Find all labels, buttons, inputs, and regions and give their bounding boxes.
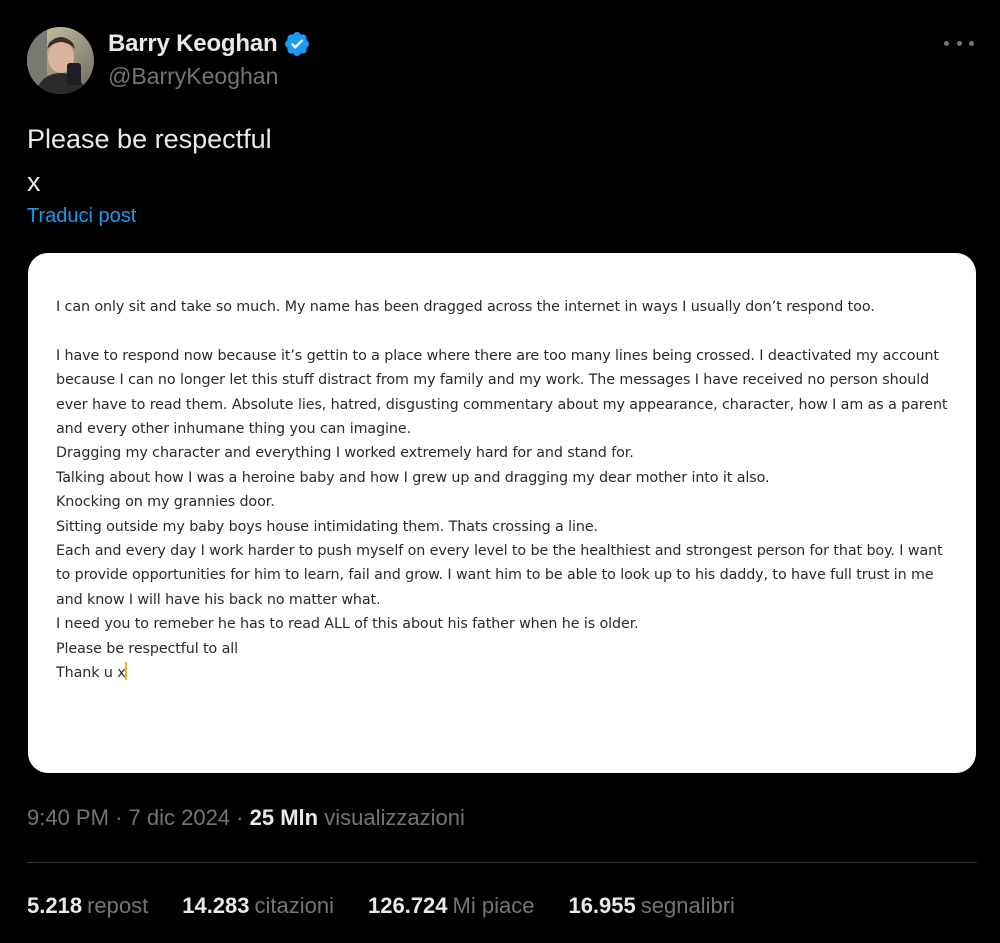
quotes-count: 14.283 bbox=[182, 893, 250, 918]
tweet-header: Barry Keoghan @BarryKeoghan bbox=[27, 27, 978, 95]
statement-line: because I can no longer let this stuff d… bbox=[56, 372, 930, 389]
statement-line: I have to respond now because it’s getti… bbox=[56, 347, 939, 364]
bookmarks-stat[interactable]: 16.955 segnalibri bbox=[568, 893, 734, 919]
author-handle[interactable]: @BarryKeoghan bbox=[108, 63, 311, 90]
more-options-icon[interactable] bbox=[944, 33, 974, 53]
more-dot bbox=[969, 40, 974, 46]
statement-line: Thank u x bbox=[56, 665, 126, 682]
more-dot bbox=[956, 40, 962, 46]
statement-blank-line bbox=[56, 319, 956, 343]
tweet-text: Please be respectful x bbox=[27, 118, 272, 204]
statement-line: Please be respectful to all bbox=[56, 640, 239, 657]
avatar-photo-icon bbox=[27, 27, 94, 94]
statement-line: and every other inhumane thing you can i… bbox=[56, 421, 412, 438]
statement-line: Dragging my character and everything I w… bbox=[56, 445, 634, 462]
author-block: Barry Keoghan @BarryKeoghan bbox=[108, 29, 311, 90]
statement-line: ever have to read them. Absolute lies, h… bbox=[56, 396, 948, 413]
attached-image[interactable]: I can only sit and take so much. My name… bbox=[28, 253, 976, 773]
views-label: visualizzazioni bbox=[324, 805, 465, 830]
statement-line: Knocking on my grannies door. bbox=[56, 494, 275, 511]
tweet-date[interactable]: 7 dic 2024 bbox=[129, 805, 231, 830]
statement-line: Sitting outside my baby boys house intim… bbox=[56, 518, 598, 535]
more-dot bbox=[944, 40, 949, 46]
bookmarks-label: segnalibri bbox=[640, 893, 735, 918]
meta-separator: · bbox=[236, 805, 244, 830]
tweet-meta: 9:40 PM · 7 dic 2024 · 25 Mln visualizza… bbox=[27, 805, 465, 831]
avatar[interactable] bbox=[27, 27, 94, 94]
statement-line: and know I will have his back no matter … bbox=[56, 591, 381, 608]
translate-post-link[interactable]: Traduci post bbox=[27, 205, 136, 228]
statement-last-line: Thank u x bbox=[56, 661, 956, 685]
tweet-text-line: x bbox=[27, 167, 41, 197]
statement-line: Talking about how I was a heroine baby a… bbox=[56, 469, 770, 486]
reposts-label: repost bbox=[87, 893, 149, 918]
divider bbox=[27, 862, 977, 863]
likes-stat[interactable]: 126.724 Mi piace bbox=[368, 893, 534, 919]
quotes-label: citazioni bbox=[254, 893, 334, 918]
author-display-name[interactable]: Barry Keoghan bbox=[108, 30, 278, 58]
verified-badge-icon[interactable] bbox=[283, 30, 311, 58]
statement-line: I need you to remeber he has to read ALL… bbox=[56, 616, 639, 633]
reposts-stat[interactable]: 5.218 repost bbox=[27, 893, 148, 919]
statement-line: I can only sit and take so much. My name… bbox=[56, 299, 875, 315]
statement-line: to provide opportunities for him to lear… bbox=[56, 567, 934, 584]
meta-separator: · bbox=[115, 805, 123, 830]
views-count: 25 Mln bbox=[249, 805, 319, 830]
likes-label: Mi piace bbox=[452, 893, 535, 918]
tweet-time[interactable]: 9:40 PM bbox=[27, 805, 109, 830]
statement-text: I can only sit and take so much. My name… bbox=[56, 295, 956, 685]
likes-count: 126.724 bbox=[368, 893, 448, 918]
statement-line: Each and every day I work harder to push… bbox=[56, 543, 943, 560]
bookmarks-count: 16.955 bbox=[568, 893, 636, 918]
engagement-stats: 5.218 repost 14.283 citazioni 126.724 Mi pi… bbox=[27, 893, 769, 919]
tweet-text-line: Please be respectful bbox=[27, 124, 272, 154]
reposts-count: 5.218 bbox=[27, 893, 83, 918]
quotes-stat[interactable]: 14.283 citazioni bbox=[182, 893, 334, 919]
text-cursor bbox=[124, 662, 127, 681]
